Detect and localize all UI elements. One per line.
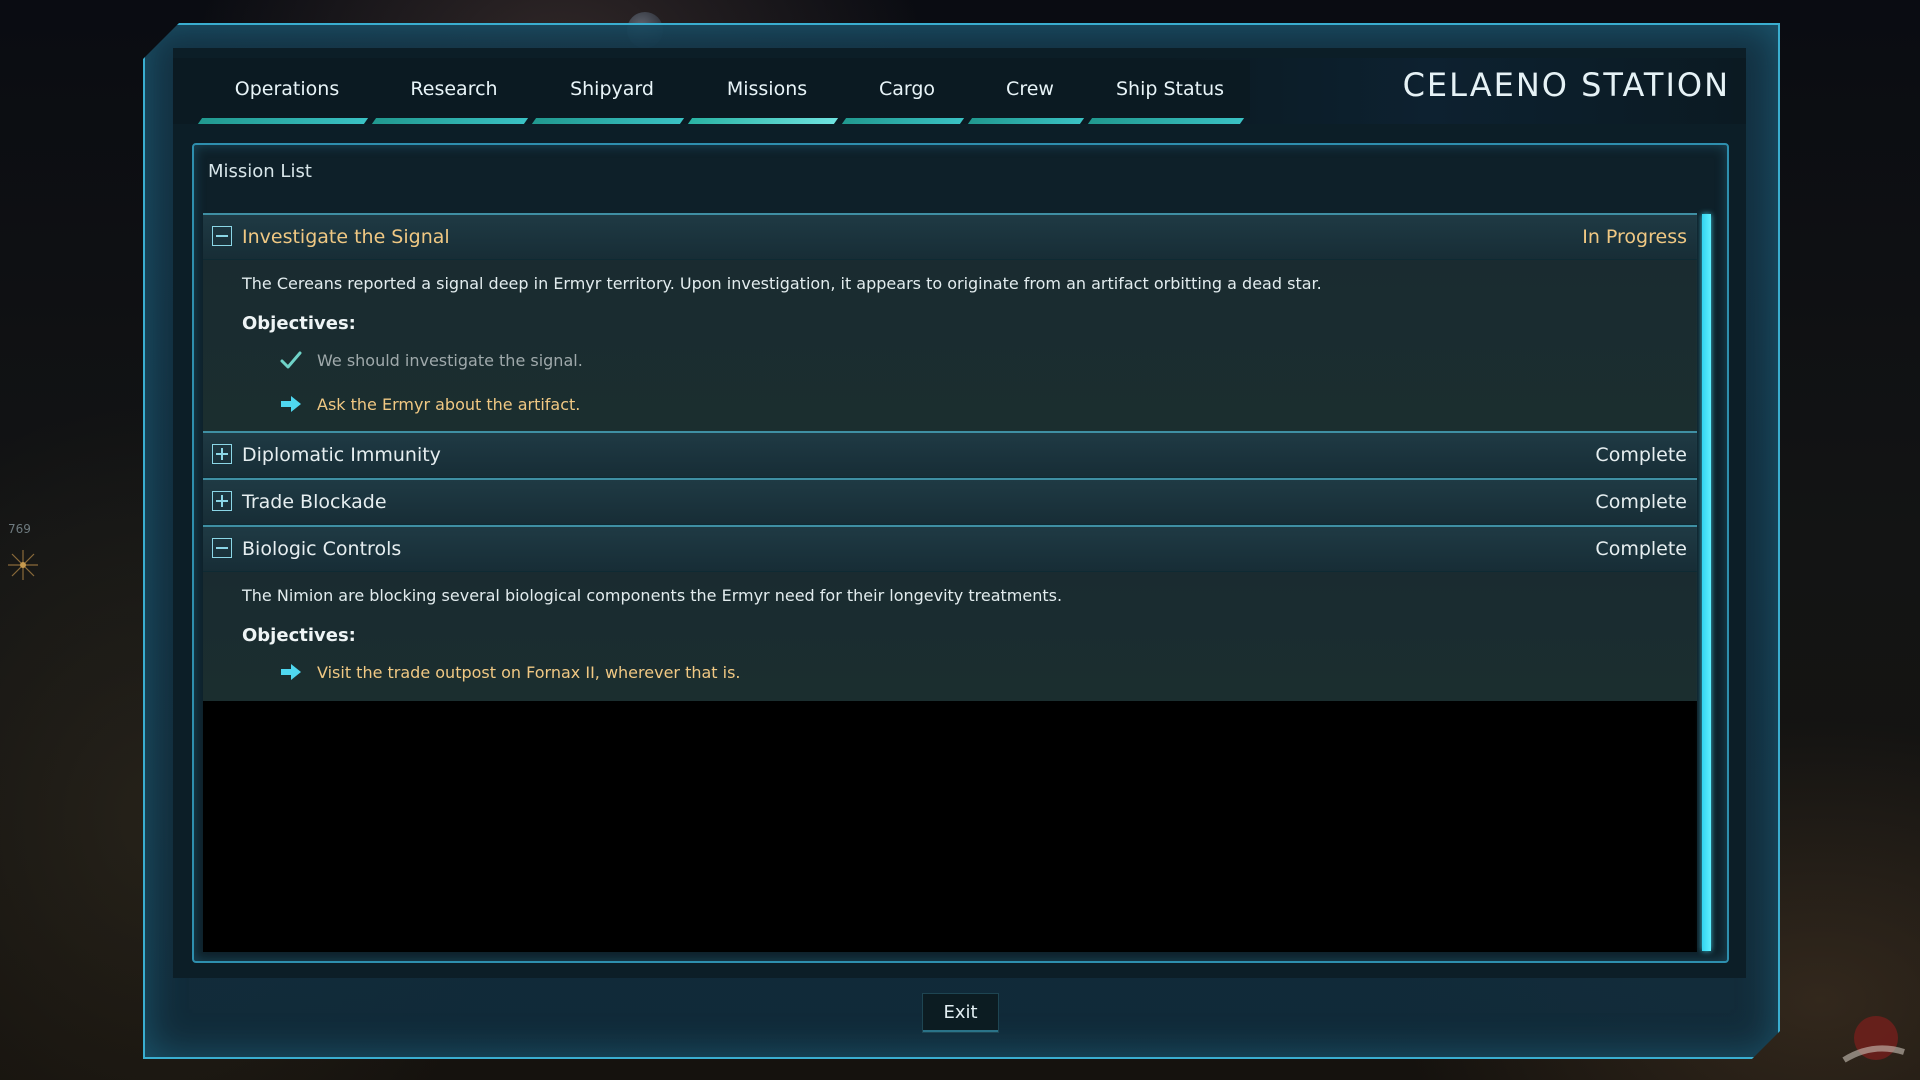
watermark-logo — [1842, 1016, 1905, 1063]
mission-list[interactable]: Investigate the Signal In Progress The C… — [203, 213, 1697, 952]
tab-research[interactable]: Research — [374, 60, 534, 118]
mission-details: The Nimion are blocking several biologic… — [203, 572, 1697, 701]
collapse-icon[interactable] — [212, 538, 232, 558]
map-coordinate: 769 — [8, 522, 31, 536]
tab-bar: Operations Research Shipyard Missions Ca… — [200, 60, 1250, 124]
panel-title: Mission List — [208, 161, 312, 182]
objective-text: Visit the trade outpost on Fornax II, wh… — [317, 662, 741, 682]
mission-status: Complete — [1595, 444, 1687, 466]
expand-icon[interactable] — [212, 444, 232, 464]
exit-button[interactable]: Exit — [922, 993, 999, 1033]
objectives-label: Objectives: — [242, 625, 356, 646]
tab-ship-status[interactable]: Ship Status — [1090, 60, 1250, 118]
station-title: CELAENO STATION — [1402, 66, 1730, 104]
star-icon — [8, 550, 38, 580]
mission-description: The Nimion are blocking several biologic… — [242, 586, 1063, 605]
expand-icon[interactable] — [212, 491, 232, 511]
arrow-right-icon — [281, 396, 301, 412]
mission-row-diplomatic-immunity[interactable]: Diplomatic Immunity Complete — [203, 431, 1697, 478]
tab-shipyard[interactable]: Shipyard — [534, 60, 690, 118]
objective-item: Visit the trade outpost on Fornax II, wh… — [279, 660, 741, 684]
mission-description: The Cereans reported a signal deep in Er… — [242, 274, 1322, 293]
objectives-label: Objectives: — [242, 313, 356, 334]
tab-missions[interactable]: Missions — [690, 60, 844, 118]
objective-text: Ask the Ermyr about the artifact. — [317, 394, 581, 414]
mission-row-investigate-the-signal[interactable]: Investigate the Signal In Progress — [203, 213, 1697, 260]
mission-name: Trade Blockade — [242, 491, 387, 513]
mission-row-biologic-controls[interactable]: Biologic Controls Complete — [203, 525, 1697, 572]
checkmark-icon — [280, 351, 302, 369]
mission-name: Biologic Controls — [242, 538, 402, 560]
mission-name: Investigate the Signal — [242, 226, 450, 248]
objective-text: We should investigate the signal. — [317, 350, 583, 370]
tab-crew[interactable]: Crew — [970, 60, 1090, 118]
tab-operations[interactable]: Operations — [200, 60, 374, 118]
mission-status: Complete — [1595, 538, 1687, 560]
arrow-right-icon — [281, 664, 301, 680]
mission-status: Complete — [1595, 491, 1687, 513]
mission-status: In Progress — [1582, 226, 1687, 248]
collapse-icon[interactable] — [212, 226, 232, 246]
objective-item: Ask the Ermyr about the artifact. — [279, 392, 580, 416]
mission-row-trade-blockade[interactable]: Trade Blockade Complete — [203, 478, 1697, 525]
tab-cargo[interactable]: Cargo — [844, 60, 970, 118]
mission-details: The Cereans reported a signal deep in Er… — [203, 260, 1697, 431]
scrollbar-thumb[interactable] — [1702, 214, 1711, 951]
mission-name: Diplomatic Immunity — [242, 444, 441, 466]
objective-item: We should investigate the signal. — [279, 348, 583, 372]
